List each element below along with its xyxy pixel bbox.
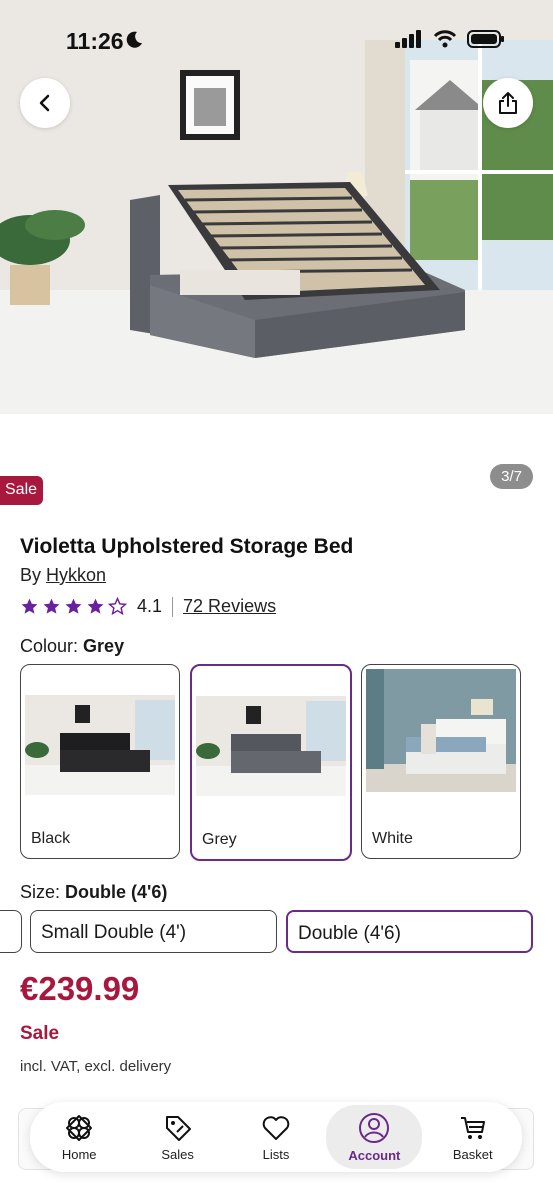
- size-label-text: Size:: [20, 882, 61, 902]
- size-option-previous[interactable]: [0, 910, 22, 953]
- star-rating: [20, 597, 127, 616]
- reviews-link[interactable]: 72 Reviews: [183, 596, 276, 617]
- bottom-navigation: Home Sales Lists Account Basket: [30, 1102, 522, 1172]
- cellular-signal-icon: [395, 30, 421, 48]
- share-button[interactable]: [483, 78, 533, 128]
- size-option-small-double[interactable]: Small Double (4'): [30, 910, 277, 953]
- account-icon: [359, 1112, 390, 1143]
- share-icon: [499, 92, 517, 114]
- nav-sales[interactable]: Sales: [130, 1105, 226, 1169]
- nav-account[interactable]: Account: [326, 1105, 423, 1169]
- heart-icon: [262, 1115, 290, 1140]
- back-button[interactable]: [20, 78, 70, 128]
- star-empty-icon: [108, 597, 127, 616]
- size-label: Size: Double (4'6): [20, 882, 167, 903]
- nav-lists[interactable]: Lists: [228, 1105, 324, 1169]
- colour-label-text: Colour:: [20, 636, 79, 656]
- nav-home[interactable]: Home: [31, 1105, 127, 1169]
- colour-option-label: Grey: [202, 831, 237, 848]
- colour-option-grey[interactable]: Grey: [190, 664, 352, 861]
- colour-option-white[interactable]: White: [361, 664, 521, 859]
- star-filled-icon: [43, 598, 60, 614]
- colour-label: Colour: Grey: [20, 636, 124, 657]
- colour-thumbnail-white: [366, 669, 516, 792]
- nav-label: Basket: [452, 1146, 493, 1162]
- wifi-icon: [433, 30, 457, 48]
- sale-label: Sale: [20, 1023, 60, 1044]
- status-bar: 11:26: [0, 0, 553, 80]
- nav-basket[interactable]: Basket: [425, 1105, 521, 1169]
- rating-divider: [172, 596, 174, 617]
- star-filled-icon: [65, 598, 82, 614]
- colour-selected-value: Grey: [83, 636, 125, 656]
- size-option-label: Small Double (4'): [41, 922, 187, 943]
- colour-thumbnail-black: [25, 695, 175, 795]
- size-option-label: Double (4'6): [298, 923, 401, 944]
- price: €239.99: [20, 970, 140, 1007]
- size-selected-value: Double (4'6): [65, 882, 168, 902]
- nav-label: Sales: [161, 1146, 194, 1162]
- brand-byline: By Hykkon: [20, 565, 106, 586]
- star-filled-icon: [87, 598, 104, 614]
- colour-thumbnail-grey: [196, 696, 346, 796]
- colour-option-label: Black: [31, 830, 71, 847]
- sale-badge: Sale: [0, 476, 44, 505]
- colour-option-black[interactable]: Black: [20, 664, 180, 859]
- colour-option-label: White: [372, 830, 413, 847]
- image-counter: 3/7: [490, 464, 533, 489]
- nav-label: Account: [348, 1147, 401, 1163]
- star-filled-icon: [21, 598, 38, 614]
- size-option-double[interactable]: Double (4'6): [286, 910, 533, 953]
- moon-icon: [126, 31, 142, 48]
- rating-value: 4.1: [137, 596, 163, 616]
- vat-note: incl. VAT, excl. delivery: [20, 1058, 172, 1075]
- brand-link[interactable]: Hykkon: [46, 565, 106, 585]
- rating-row: 4.1 72 Reviews: [20, 596, 276, 617]
- nav-label: Lists: [262, 1146, 290, 1162]
- cart-icon: [460, 1116, 485, 1139]
- status-time: 11:26: [66, 28, 124, 54]
- battery-icon: [467, 30, 504, 48]
- by-prefix: By: [20, 565, 42, 585]
- product-title: Violetta Upholstered Storage Bed: [20, 535, 354, 558]
- home-icon: [66, 1114, 93, 1141]
- nav-label: Home: [61, 1146, 97, 1162]
- chevron-left-icon: [39, 94, 50, 112]
- tag-icon: [165, 1115, 191, 1141]
